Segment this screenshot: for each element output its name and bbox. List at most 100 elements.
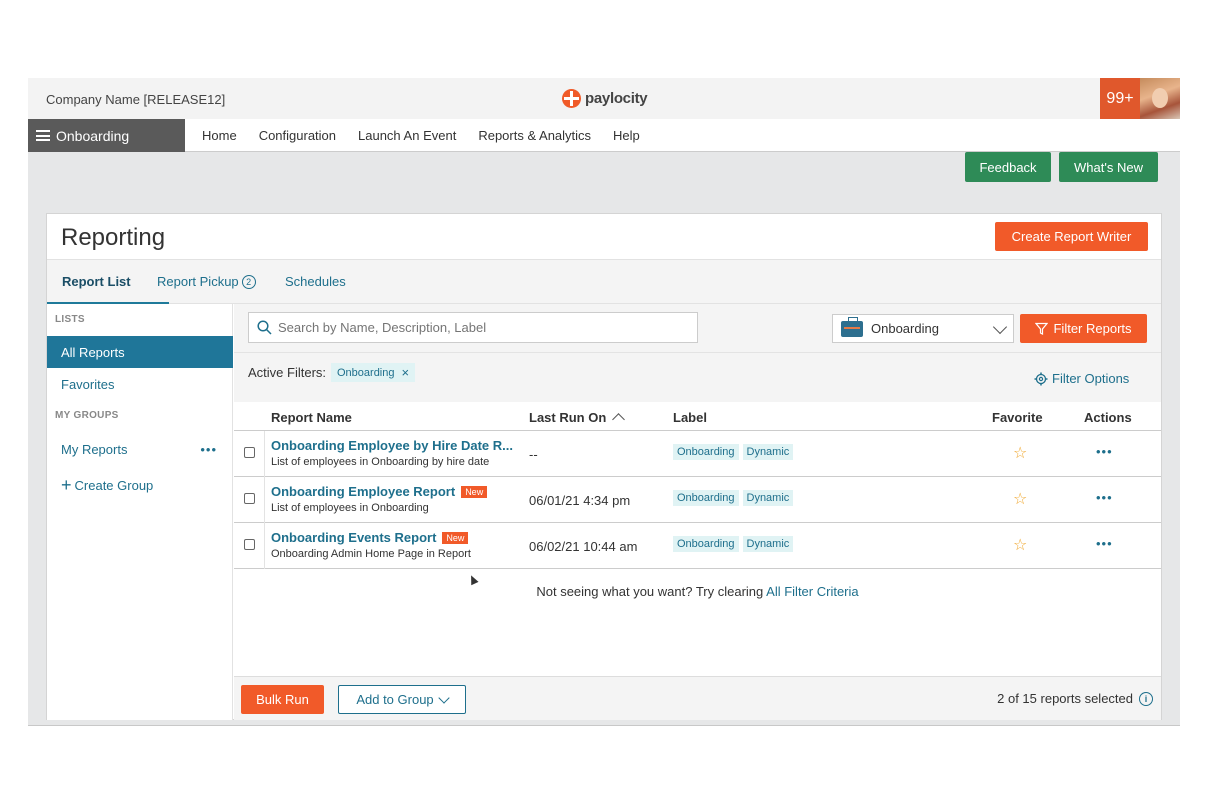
user-avatar[interactable]	[1140, 78, 1180, 119]
briefcase-icon	[841, 316, 863, 337]
nav-link-configuration[interactable]: Configuration	[259, 128, 336, 143]
top-header: Company Name [RELEASE12] paylocity 99+	[28, 78, 1180, 119]
star-icon[interactable]: ☆	[1013, 489, 1027, 509]
tab-bar: Report List Report Pickup 2 Schedules	[47, 259, 1161, 305]
notifications-badge[interactable]: 99+	[1100, 78, 1140, 119]
search-icon	[257, 320, 272, 335]
sidebar-item-label: My Reports	[61, 441, 128, 457]
table-header: Report Name Last Run On Label Favorite A…	[234, 402, 1161, 431]
row-checkbox[interactable]	[244, 539, 255, 550]
more-options-icon[interactable]: •••	[1096, 444, 1113, 459]
filter-options-link[interactable]: Filter Options	[1034, 371, 1129, 386]
feedback-button[interactable]: Feedback	[965, 152, 1051, 182]
more-options-icon[interactable]: •••	[200, 442, 217, 457]
tab-schedules[interactable]: Schedules	[285, 274, 346, 289]
nav-links: Home Configuration Launch An Event Repor…	[202, 119, 662, 152]
report-description: List of employees in Onboarding by hire …	[271, 456, 490, 468]
nav-link-reports-analytics[interactable]: Reports & Analytics	[478, 128, 591, 143]
sidebar-item-all-reports[interactable]: All Reports	[47, 336, 233, 368]
nav-link-help[interactable]: Help	[613, 128, 640, 143]
row-checkbox[interactable]	[244, 493, 255, 504]
filter-reports-button[interactable]: Filter Reports	[1020, 314, 1147, 343]
filter-icon	[1035, 322, 1049, 335]
active-filters-label: Active Filters:	[248, 365, 327, 380]
label-tag: Onboarding	[673, 444, 739, 460]
selected-count-text: 2 of 15 reports selected	[997, 691, 1133, 706]
paylocity-logo[interactable]: paylocity	[562, 89, 648, 108]
hamburger-menu-icon	[36, 130, 50, 141]
add-to-group-button[interactable]: Add to Group	[338, 685, 466, 714]
empty-message: Not seeing what you want? Try clearing A…	[234, 584, 1161, 599]
app-window: Company Name [RELEASE12] paylocity 99+ O…	[28, 78, 1180, 726]
column-header-last-run[interactable]: Last Run On	[529, 410, 626, 426]
chevron-down-icon	[992, 319, 1008, 335]
create-report-writer-button[interactable]: Create Report Writer	[995, 222, 1148, 251]
label-list: Onboarding Dynamic	[673, 444, 794, 460]
column-header-actions: Actions	[1084, 410, 1132, 425]
star-icon[interactable]: ☆	[1013, 535, 1027, 555]
close-icon[interactable]: ×	[402, 365, 410, 380]
label-list: Onboarding Dynamic	[673, 536, 794, 552]
star-icon[interactable]: ☆	[1013, 443, 1027, 463]
last-run-value: 06/01/21 4:34 pm	[529, 493, 631, 508]
tab-label: Schedules	[285, 274, 346, 289]
gear-icon	[1034, 372, 1048, 385]
sidebar-item-my-reports[interactable]: My Reports •••	[47, 433, 233, 465]
company-name: Company Name [RELEASE12]	[46, 92, 226, 107]
tab-report-list[interactable]: Report List	[62, 274, 131, 289]
create-group-button[interactable]: + Create Group	[47, 469, 233, 501]
sidebar-item-favorites[interactable]: Favorites	[47, 368, 233, 400]
bulk-run-button[interactable]: Bulk Run	[241, 685, 324, 714]
tab-report-pickup[interactable]: Report Pickup 2	[157, 274, 256, 289]
nav-link-home[interactable]: Home	[202, 128, 237, 143]
my-groups-heading: MY GROUPS	[55, 410, 119, 421]
main-nav: Onboarding Home Configuration Launch An …	[28, 119, 1180, 152]
last-run-value: 06/02/21 10:44 am	[529, 539, 638, 554]
module-name: Onboarding	[56, 127, 130, 144]
report-name: Onboarding Events Report	[271, 530, 437, 545]
page-title: Reporting	[61, 224, 166, 251]
row-checkbox[interactable]	[244, 447, 255, 458]
last-run-value: --	[529, 447, 538, 462]
report-name-link[interactable]: Onboarding Employee Report New	[271, 484, 488, 499]
column-header-label: Last Run On	[529, 410, 607, 425]
paylocity-logo-icon	[562, 89, 581, 108]
report-name: Onboarding Employee Report	[271, 484, 456, 499]
table-footer: Bulk Run Add to Group 2 of 15 reports se…	[234, 676, 1161, 720]
column-header-report-name[interactable]: Report Name	[271, 410, 352, 425]
report-name-link[interactable]: Onboarding Employee by Hire Date R...	[271, 438, 513, 453]
info-icon[interactable]: i	[1139, 691, 1153, 706]
label-list: Onboarding Dynamic	[673, 490, 794, 506]
more-options-icon[interactable]: •••	[1096, 536, 1113, 551]
module-dropdown-value: Onboarding	[871, 321, 939, 336]
search-input[interactable]	[278, 320, 678, 335]
nav-link-launch-event[interactable]: Launch An Event	[358, 128, 456, 143]
lists-heading: LISTS	[55, 314, 85, 325]
tab-label: Report Pickup	[157, 274, 239, 289]
row-divider	[264, 431, 265, 477]
label-tag: Onboarding	[673, 490, 739, 506]
label-tag: Dynamic	[742, 490, 794, 506]
report-toolbar: Onboarding Filter Reports	[234, 304, 1161, 352]
report-name-link[interactable]: Onboarding Events Report New	[271, 530, 469, 545]
filter-chip: Onboarding ×	[331, 363, 416, 382]
more-options-icon[interactable]: •••	[1096, 490, 1113, 505]
module-menu-button[interactable]: Onboarding	[28, 119, 185, 152]
label-tag: Onboarding	[673, 536, 739, 552]
report-list-area: Onboarding Filter Reports Active Filters…	[234, 304, 1161, 720]
whats-new-button[interactable]: What's New	[1059, 152, 1158, 182]
brand-name: paylocity	[585, 90, 648, 107]
row-divider	[264, 477, 265, 523]
add-to-group-label: Add to Group	[356, 692, 434, 707]
table-row[interactable]: Onboarding Employee by Hire Date R... Li…	[234, 431, 1161, 477]
table-row[interactable]: Onboarding Events Report New Onboarding …	[234, 523, 1161, 569]
column-header-favorite: Favorite	[992, 410, 1043, 425]
search-box[interactable]	[248, 312, 698, 343]
column-header-label: Label	[673, 410, 707, 425]
report-name: Onboarding Employee by Hire Date R...	[271, 438, 513, 453]
label-tag: Dynamic	[742, 536, 794, 552]
table-row[interactable]: Onboarding Employee Report New List of e…	[234, 477, 1161, 523]
clear-filters-link[interactable]: All Filter Criteria	[766, 584, 858, 599]
empty-message-text: Not seeing what you want? Try clearing	[536, 584, 764, 599]
module-dropdown[interactable]: Onboarding	[832, 314, 1014, 343]
